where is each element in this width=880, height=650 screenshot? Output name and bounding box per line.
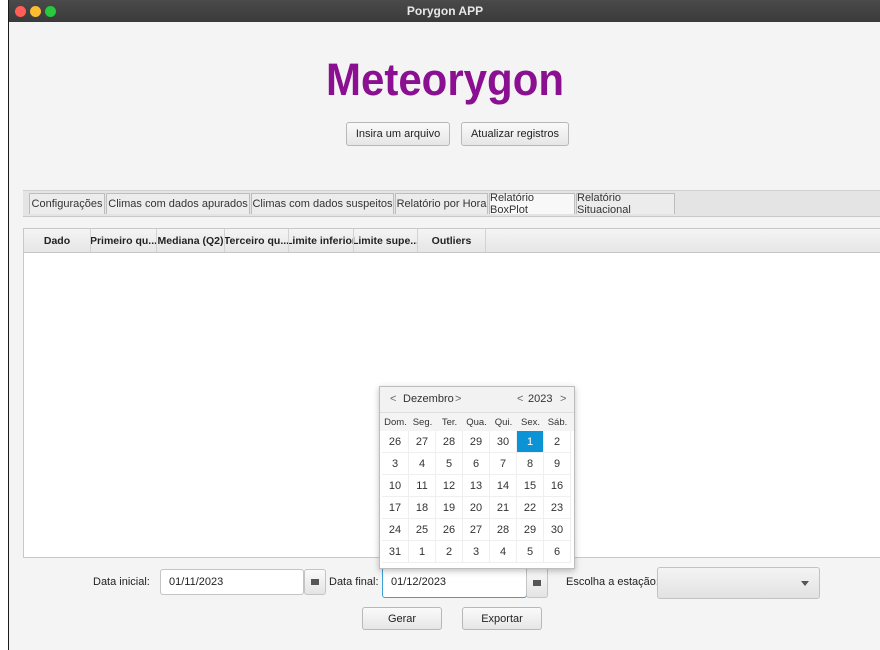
day-cell[interactable]: 14	[490, 475, 517, 497]
station-select[interactable]	[657, 567, 820, 599]
table-header: Dado Primeiro qu... Mediana (Q2) Terceir…	[24, 229, 880, 253]
tab-relatorio-boxplot[interactable]: Relatório BoxPlot	[489, 192, 575, 216]
day-cell[interactable]: 16	[544, 475, 571, 497]
station-label: Escolha a estação:	[566, 576, 659, 588]
weekday-label: Sáb.	[547, 416, 568, 428]
day-cell[interactable]: 22	[517, 497, 544, 519]
column-header[interactable]: Dado	[24, 229, 91, 252]
day-cell[interactable]: 30	[544, 519, 571, 541]
year-label: 2023	[528, 393, 553, 405]
day-cell[interactable]: 4	[490, 541, 517, 563]
day-cell[interactable]: 29	[463, 431, 490, 453]
weekday-label: Seg.	[412, 416, 433, 428]
minimize-window-icon[interactable]	[30, 6, 41, 17]
day-cell[interactable]: 18	[409, 497, 436, 519]
day-cell[interactable]: 20	[463, 497, 490, 519]
day-cell[interactable]: 27	[409, 431, 436, 453]
day-cell[interactable]: 12	[436, 475, 463, 497]
zoom-window-icon[interactable]	[45, 6, 56, 17]
day-cell[interactable]: 3	[463, 541, 490, 563]
day-cell[interactable]: 2	[544, 431, 571, 453]
tab-climas-suspeitos[interactable]: Climas com dados suspeitos	[251, 193, 394, 214]
day-cell[interactable]: 27	[463, 519, 490, 541]
day-cell[interactable]: 17	[382, 497, 409, 519]
column-header[interactable]: Limite inferior	[289, 229, 354, 252]
day-cell[interactable]: 11	[409, 475, 436, 497]
day-cell[interactable]: 2	[436, 541, 463, 563]
day-cell[interactable]: 31	[382, 541, 409, 563]
day-cell[interactable]: 10	[382, 475, 409, 497]
prev-year-button[interactable]: <	[517, 393, 523, 405]
day-cell[interactable]: 3	[382, 453, 409, 475]
day-cell[interactable]: 9	[544, 453, 571, 475]
calendar-icon	[533, 579, 541, 586]
app-heading: Meteorygon	[325, 54, 564, 105]
tab-climas-apurados[interactable]: Climas com dados apurados	[106, 193, 250, 214]
day-cell[interactable]: 1	[517, 431, 544, 453]
day-cell[interactable]: 7	[490, 453, 517, 475]
chevron-down-icon	[801, 581, 809, 586]
end-date-label: Data final:	[329, 576, 379, 588]
weekday-label: Qua.	[466, 416, 487, 428]
end-date-field[interactable]: 01/12/2023	[382, 567, 527, 598]
weekday-label: Ter.	[441, 416, 458, 428]
tab-configuracoes[interactable]: Configurações	[29, 193, 105, 214]
end-date-calendar-button[interactable]	[526, 567, 548, 598]
tab-relatorio-situacional[interactable]: Relatório Situacional	[576, 192, 675, 216]
next-year-button[interactable]: >	[560, 393, 566, 405]
day-cell[interactable]: 5	[436, 453, 463, 475]
day-cell[interactable]: 13	[463, 475, 490, 497]
calendar-icon	[311, 579, 319, 585]
day-cell[interactable]: 28	[436, 431, 463, 453]
generate-button[interactable]: Gerar	[362, 607, 442, 630]
month-label: Dezembro	[403, 393, 454, 405]
day-cell[interactable]: 8	[517, 453, 544, 475]
close-window-icon[interactable]	[15, 6, 26, 17]
day-cell[interactable]: 25	[409, 519, 436, 541]
day-cell[interactable]: 5	[517, 541, 544, 563]
start-date-calendar-button[interactable]	[304, 569, 326, 595]
day-cell[interactable]: 28	[490, 519, 517, 541]
export-button[interactable]: Exportar	[462, 607, 542, 630]
day-cell[interactable]: 21	[490, 497, 517, 519]
column-header[interactable]: Terceiro qu...	[225, 229, 289, 252]
weekday-label: Qui.	[494, 416, 513, 428]
date-picker-header: < Dezembro > < 2023 >	[380, 387, 574, 413]
day-cell[interactable]: 6	[463, 453, 490, 475]
weekday-label: Dom.	[384, 416, 407, 428]
tab-bar: Configurações Climas com dados apurados …	[23, 190, 880, 217]
day-cell[interactable]: 15	[517, 475, 544, 497]
column-header[interactable]: Primeiro qu...	[91, 229, 157, 252]
day-cell[interactable]: 26	[382, 431, 409, 453]
update-records-button[interactable]: Atualizar registros	[461, 122, 569, 146]
weekday-label: Sex.	[520, 416, 540, 428]
column-header[interactable]: Outliers	[418, 229, 486, 252]
day-cell[interactable]: 6	[544, 541, 571, 563]
insert-file-button[interactable]: Insira um arquivo	[346, 122, 450, 146]
column-header[interactable]: Mediana (Q2)	[157, 229, 225, 252]
next-month-button[interactable]: >	[455, 393, 461, 405]
start-date-label: Data inicial:	[93, 576, 150, 588]
day-cell[interactable]: 26	[436, 519, 463, 541]
column-header[interactable]: Limite supe...	[354, 229, 418, 252]
tab-relatorio-hora[interactable]: Relatório por Hora	[395, 193, 488, 214]
title-bar: Porygon APP	[9, 0, 880, 22]
start-date-field[interactable]: 01/11/2023	[160, 569, 304, 595]
weekday-header: Dom. Seg. Ter. Qua. Qui. Sex. Sáb.	[380, 413, 574, 431]
day-cell[interactable]: 29	[517, 519, 544, 541]
day-cell[interactable]: 4	[409, 453, 436, 475]
day-cell[interactable]: 30	[490, 431, 517, 453]
prev-month-button[interactable]: <	[390, 393, 396, 405]
day-cell[interactable]: 1	[409, 541, 436, 563]
day-cell[interactable]: 23	[544, 497, 571, 519]
day-cell[interactable]: 19	[436, 497, 463, 519]
date-picker-popup[interactable]: < Dezembro > < 2023 > Dom. Seg. Ter. Qua. Qu…	[379, 386, 575, 569]
day-cell[interactable]: 24	[382, 519, 409, 541]
window-title: Porygon APP	[406, 4, 484, 18]
